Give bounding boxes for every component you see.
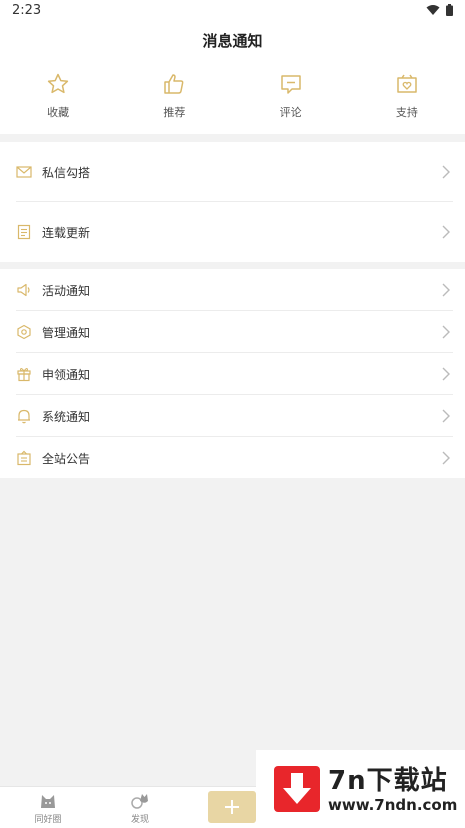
thumbs-up-icon [164, 74, 184, 94]
download-arrow-icon [274, 766, 320, 812]
row-claim-notice[interactable]: 申领通知 [0, 353, 465, 395]
comment-icon [280, 75, 301, 94]
row-system-notice[interactable]: 系统通知 [0, 395, 465, 437]
row-admin-notice[interactable]: 管理通知 [0, 311, 465, 353]
action-label: 推荐 [163, 106, 186, 119]
message-group: 私信勾搭 连载更新 [0, 142, 465, 262]
nav-discover[interactable]: 发现 [110, 791, 170, 825]
speaker-icon [16, 282, 32, 298]
notification-group: 活动通知 管理通知 申领通知 系统通知 全站公告 [0, 269, 465, 478]
star-icon [47, 73, 69, 94]
action-support[interactable]: 支持 [349, 60, 465, 134]
row-serial-updates[interactable]: 连载更新 [0, 202, 465, 262]
bell-icon [16, 408, 32, 424]
row-label: 活动通知 [42, 283, 91, 298]
action-favorites[interactable]: 收藏 [0, 60, 116, 134]
chevron-right-icon [442, 451, 450, 465]
watermark-title: 7n下载站 [328, 766, 448, 796]
action-label: 收藏 [47, 106, 70, 119]
nav-circle[interactable]: 同好圈 [18, 791, 78, 825]
row-label: 系统通知 [42, 409, 91, 424]
row-label: 申领通知 [42, 367, 91, 382]
chevron-right-icon [442, 165, 450, 179]
document-icon [16, 224, 32, 240]
announcement-icon [16, 450, 32, 466]
chevron-right-icon [442, 283, 450, 297]
cat-ring-icon [131, 794, 148, 809]
wifi-icon [426, 5, 440, 15]
page-title: 消息通知 [202, 32, 263, 50]
row-activity-notice[interactable]: 活动通知 [0, 269, 465, 311]
mail-icon [16, 164, 32, 180]
action-comments[interactable]: 评论 [233, 60, 349, 134]
row-private-messages[interactable]: 私信勾搭 [0, 142, 465, 202]
watermark: 7n下载站 www.7ndn.com [256, 750, 465, 828]
gift-icon [16, 366, 32, 382]
status-icons [426, 4, 453, 16]
row-site-announcement[interactable]: 全站公告 [0, 437, 465, 479]
chevron-right-icon [442, 367, 450, 381]
row-label: 全站公告 [42, 451, 91, 466]
heart-box-icon [397, 74, 417, 93]
chevron-right-icon [442, 225, 450, 239]
status-time: 2:23 [12, 3, 42, 18]
action-label: 评论 [279, 106, 302, 119]
nav-label: 同好圈 [34, 815, 62, 825]
cat-icon [41, 795, 55, 808]
nav-label: 发现 [130, 815, 149, 825]
row-label: 私信勾搭 [42, 165, 91, 180]
chevron-right-icon [442, 409, 450, 423]
add-button[interactable] [208, 791, 256, 823]
row-label: 连载更新 [42, 225, 91, 240]
watermark-url: www.7ndn.com [328, 796, 458, 814]
status-bar: 2:23 [0, 0, 465, 22]
plus-icon [225, 800, 239, 814]
chevron-right-icon [442, 325, 450, 339]
top-actions: 收藏 推荐 评论 支持 [0, 60, 465, 134]
hexagon-icon [16, 324, 32, 340]
row-label: 管理通知 [42, 325, 91, 340]
header: 消息通知 [0, 22, 465, 60]
action-recommend[interactable]: 推荐 [116, 60, 232, 134]
action-label: 支持 [395, 106, 418, 119]
battery-icon [446, 4, 453, 16]
